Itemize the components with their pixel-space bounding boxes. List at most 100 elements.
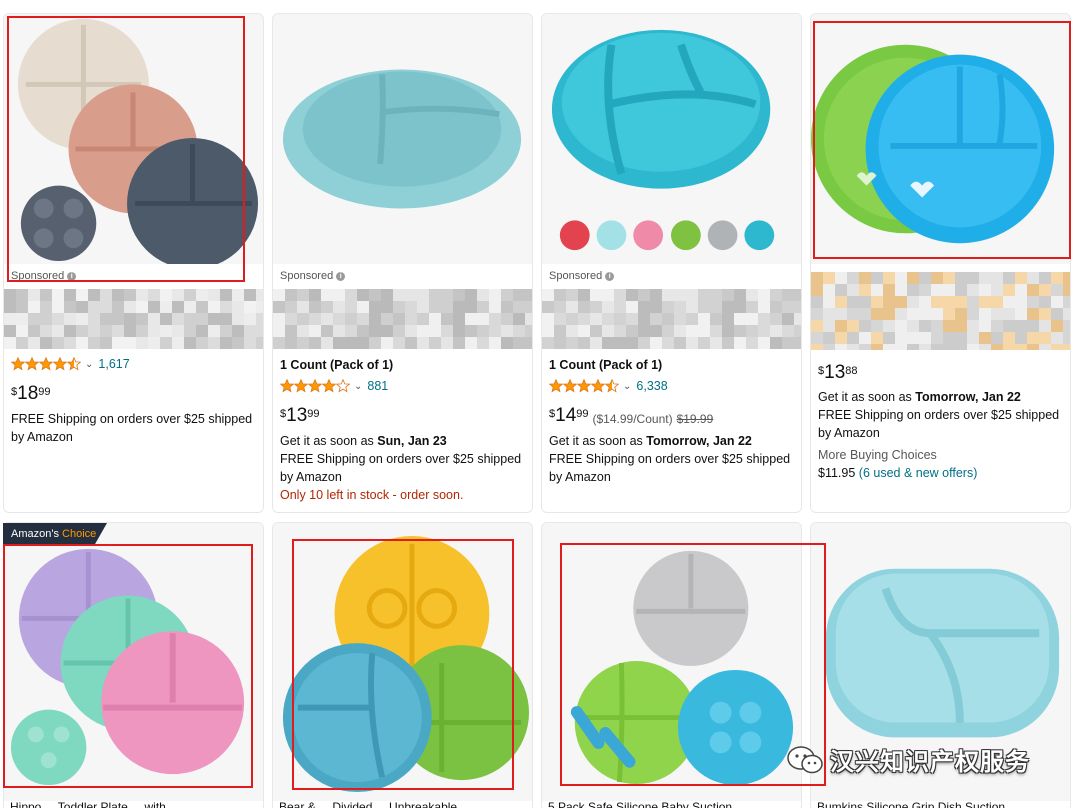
blur-tile bbox=[4, 289, 16, 301]
card-6-title-partial[interactable]: Bear & ... Divided ... Unbreakable bbox=[279, 800, 529, 808]
blur-tile bbox=[148, 289, 160, 301]
blur-tile bbox=[1063, 296, 1070, 308]
blur-tile bbox=[638, 337, 650, 349]
blur-tile bbox=[16, 301, 28, 313]
blur-tile bbox=[626, 337, 638, 349]
blur-tile bbox=[734, 325, 746, 337]
product-image-1[interactable] bbox=[4, 14, 263, 264]
star-icon bbox=[549, 379, 563, 393]
blur-tile bbox=[602, 301, 614, 313]
blur-tile bbox=[871, 272, 883, 284]
blur-tile bbox=[847, 308, 859, 320]
blur-tile bbox=[309, 289, 321, 301]
rating[interactable]: ⌄ 881 bbox=[280, 379, 388, 393]
shipping-line-1: FREE Shipping on orders over $25 shipped bbox=[11, 412, 253, 426]
blur-tile bbox=[369, 325, 381, 337]
blur-tile bbox=[501, 337, 513, 349]
rating[interactable]: ⌄ 6,338 bbox=[549, 379, 668, 393]
blur-tile bbox=[100, 337, 112, 349]
card-5-title-partial[interactable]: Hippo ... Toddler Plate ... with bbox=[10, 800, 260, 808]
blur-tile bbox=[823, 272, 835, 284]
rating-count[interactable]: 6,338 bbox=[636, 379, 667, 393]
blur-tile bbox=[160, 289, 172, 301]
product-card-6[interactable] bbox=[272, 522, 533, 808]
product-card-1[interactable]: Sponsored i ⌄ 1,617 $18 99 FREE Shipping o… bbox=[3, 13, 264, 513]
card-8-title-partial[interactable]: Bumkins Silicone Grip Dish Suction bbox=[817, 800, 1067, 808]
blur-tile bbox=[979, 296, 991, 308]
blur-tile bbox=[1051, 332, 1063, 344]
info-icon[interactable]: i bbox=[605, 271, 615, 281]
blur-tile bbox=[602, 325, 614, 337]
product-card-4[interactable]: $13 88 Get it as soon as Tomorrow, Jan 22… bbox=[810, 13, 1071, 513]
blur-tile bbox=[847, 344, 859, 350]
blur-tile bbox=[758, 325, 770, 337]
blur-tile bbox=[1015, 332, 1027, 344]
product-card-7[interactable] bbox=[541, 522, 802, 808]
blur-tile bbox=[4, 325, 16, 337]
more-buying-offer[interactable]: $11.95 (6 used & new offers) bbox=[818, 464, 977, 482]
product-image-6[interactable] bbox=[273, 523, 532, 801]
sponsored-label: Sponsored i bbox=[280, 270, 346, 282]
chevron-down-icon: ⌄ bbox=[623, 380, 632, 392]
blur-tile bbox=[489, 337, 501, 349]
product-image-3[interactable] bbox=[542, 14, 801, 264]
product-image-5[interactable] bbox=[4, 523, 263, 801]
stock-note: Only 10 left in stock - order soon. bbox=[280, 488, 464, 502]
blur-tile bbox=[160, 337, 172, 349]
blur-tile bbox=[991, 332, 1003, 344]
blur-tile bbox=[1051, 344, 1063, 350]
blur-tile bbox=[943, 344, 955, 350]
blur-tile bbox=[674, 325, 686, 337]
info-icon[interactable]: i bbox=[67, 271, 77, 281]
blur-tile bbox=[907, 284, 919, 296]
blur-tile bbox=[489, 301, 501, 313]
star-icon bbox=[336, 379, 350, 393]
blur-tile bbox=[626, 301, 638, 313]
blur-tile bbox=[835, 284, 847, 296]
blur-tile bbox=[590, 337, 602, 349]
blur-tile bbox=[297, 313, 309, 325]
blur-tile bbox=[112, 325, 124, 337]
blur-tile bbox=[979, 272, 991, 284]
card-7-title-partial[interactable]: 5 Pack Safe Silicone Baby Suction bbox=[548, 800, 798, 808]
blur-tile bbox=[955, 272, 967, 284]
rating[interactable]: ⌄ 1,617 bbox=[11, 357, 130, 371]
blur-tile bbox=[722, 289, 734, 301]
product-image-2[interactable] bbox=[273, 14, 532, 264]
blur-tile bbox=[4, 301, 16, 313]
blur-tile bbox=[823, 332, 835, 344]
product-card-3[interactable]: Sponsored i 1 Count (Pack of 1) ⌄ 6,338 $… bbox=[541, 13, 802, 513]
blur-tile bbox=[196, 325, 208, 337]
blur-tile bbox=[835, 320, 847, 332]
product-card-2[interactable]: Sponsored i 1 Count (Pack of 1) ⌄ 881 $13… bbox=[272, 13, 533, 513]
blur-tile bbox=[1003, 308, 1015, 320]
product-image-7[interactable] bbox=[542, 523, 801, 801]
rating-count[interactable]: 1,617 bbox=[98, 357, 129, 371]
blur-tile bbox=[100, 313, 112, 325]
product-card-5[interactable] bbox=[3, 522, 264, 808]
sponsored-label: Sponsored i bbox=[11, 270, 77, 282]
blur-tile bbox=[393, 313, 405, 325]
blur-tile bbox=[590, 289, 602, 301]
blur-tile bbox=[919, 296, 931, 308]
more-buying-choices: More Buying Choices bbox=[818, 448, 937, 462]
blur-tile bbox=[369, 313, 381, 325]
blur-tile bbox=[626, 289, 638, 301]
rating-count[interactable]: 881 bbox=[367, 379, 388, 393]
blur-tile bbox=[381, 301, 393, 313]
blur-tile bbox=[542, 325, 554, 337]
blur-tile bbox=[429, 289, 441, 301]
blur-tile bbox=[710, 337, 722, 349]
info-icon[interactable]: i bbox=[336, 271, 346, 281]
blur-tile bbox=[172, 289, 184, 301]
product-image-4[interactable] bbox=[811, 14, 1070, 264]
blur-tile bbox=[698, 289, 710, 301]
used-new-offers-link[interactable]: (6 used & new offers) bbox=[859, 466, 978, 480]
blur-tile bbox=[441, 301, 453, 313]
blur-tile bbox=[40, 289, 52, 301]
blur-tile bbox=[429, 337, 441, 349]
blur-tile bbox=[357, 301, 369, 313]
blur-tile bbox=[662, 313, 674, 325]
star-icon bbox=[308, 379, 322, 393]
blur-tile bbox=[967, 332, 979, 344]
